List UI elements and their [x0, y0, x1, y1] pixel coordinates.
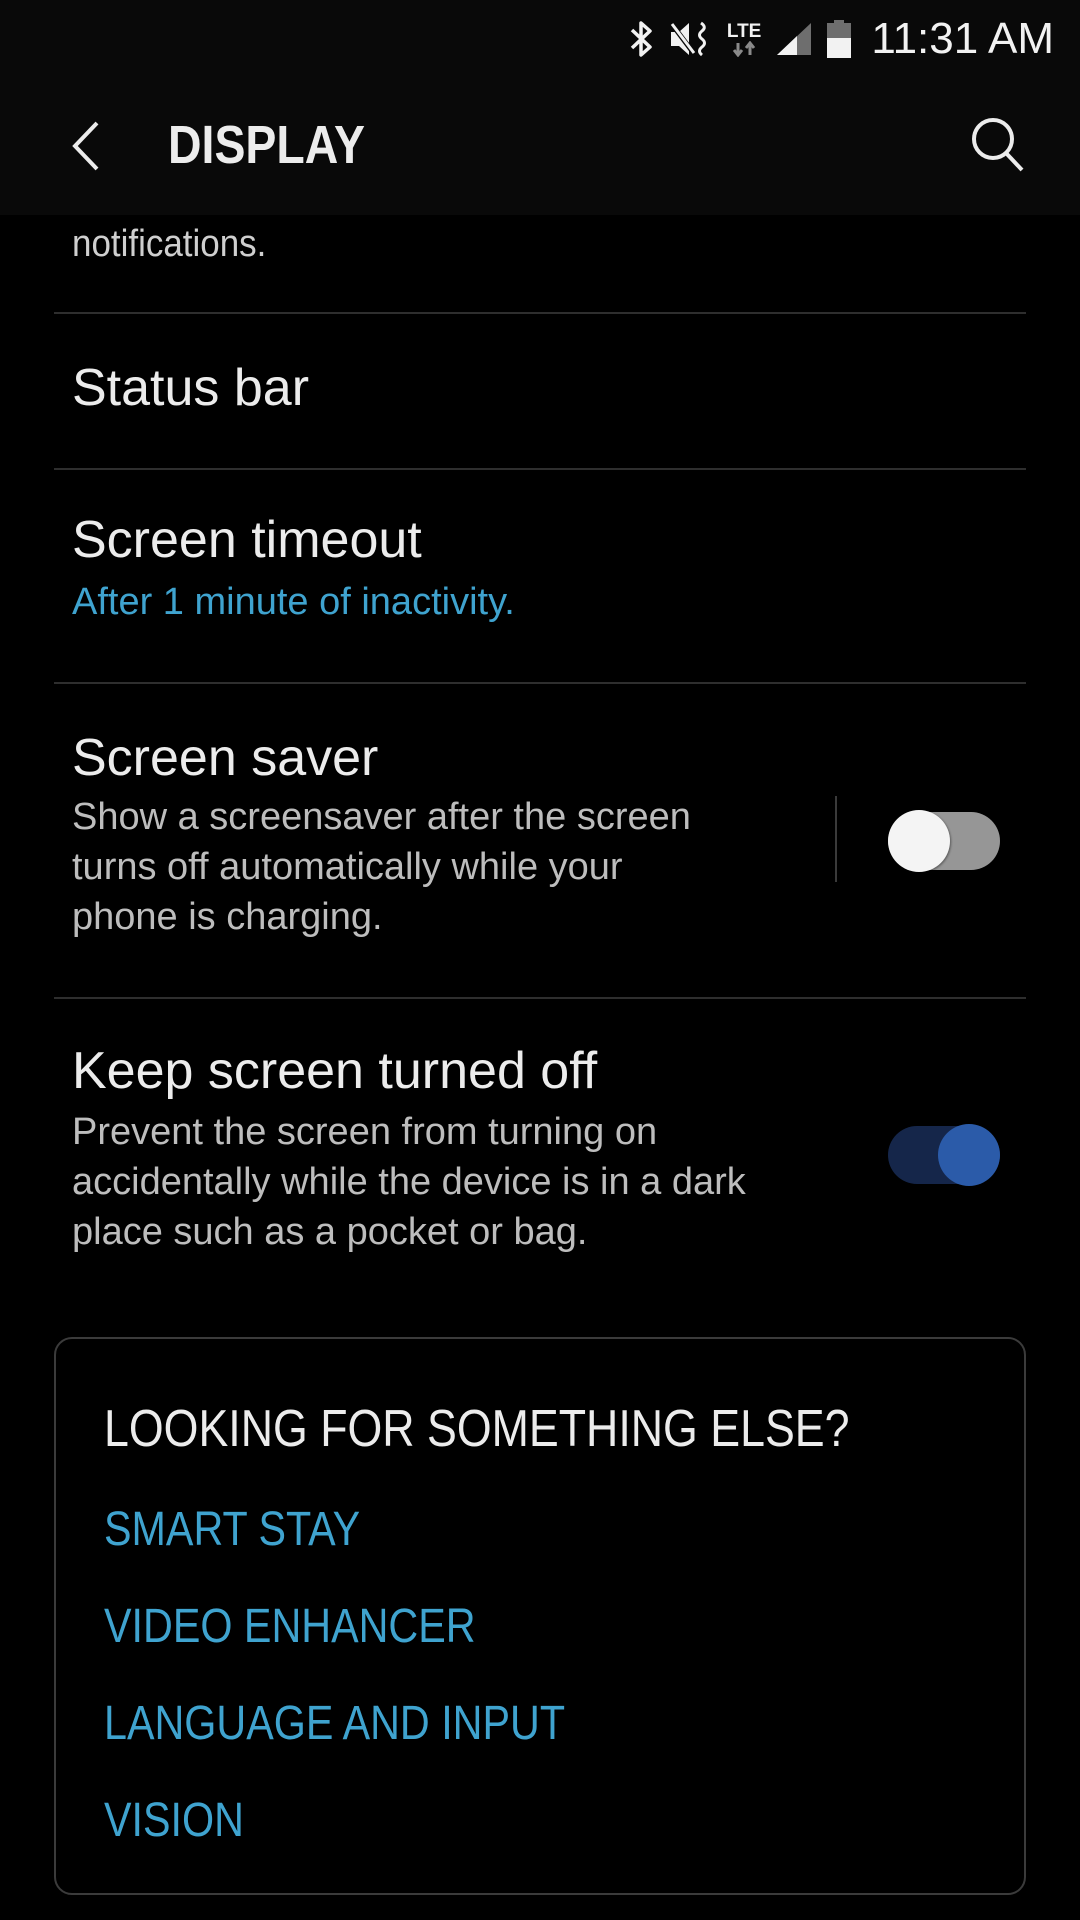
search-button[interactable]	[962, 108, 1034, 180]
setting-title: Status bar	[72, 359, 310, 417]
setting-title: Screen timeout	[72, 511, 422, 569]
page-title: DISPLAY	[168, 115, 366, 175]
clock: 11:31 AM	[871, 14, 1054, 63]
vibrate-mute-icon	[668, 19, 713, 59]
link-vision[interactable]: VISION	[104, 1793, 244, 1848]
setting-title: Screen saver	[72, 729, 379, 787]
status-icons: LTE 11:31 AM	[629, 10, 1054, 68]
description-line: place such as a pocket or bag.	[72, 1211, 588, 1253]
description-line: turns off automatically while your	[72, 846, 623, 888]
signal-icon	[775, 21, 813, 57]
setting-status-bar[interactable]: Status bar	[0, 314, 1080, 468]
app-bar: DISPLAY	[0, 78, 1080, 215]
toggle-thumb	[938, 1124, 1000, 1186]
description-line: phone is charging.	[72, 896, 383, 938]
setting-description: Show a screensaver after the screen turn…	[72, 792, 691, 942]
suggestions-heading: LOOKING FOR SOMETHING ELSE?	[104, 1400, 850, 1458]
setting-value: After 1 minute of inactivity.	[72, 581, 515, 623]
vertical-separator	[835, 796, 837, 882]
link-video-enhancer[interactable]: VIDEO ENHANCER	[104, 1599, 476, 1654]
setting-screen-timeout[interactable]: Screen timeout After 1 minute of inactiv…	[0, 470, 1080, 682]
toggle-thumb	[888, 810, 950, 872]
battery-icon	[827, 20, 852, 58]
setting-description: Prevent the screen from turning on accid…	[72, 1107, 746, 1257]
description-line: Show a screensaver after the screen	[72, 796, 691, 838]
setting-title: Keep screen turned off	[72, 1042, 598, 1100]
status-bar: LTE 11:31 AM	[0, 0, 1080, 78]
description-line: accidentally while the device is in a da…	[72, 1161, 746, 1203]
lte-data-icon: LTE	[727, 22, 761, 57]
back-button[interactable]	[56, 116, 116, 176]
suggestions-card: LOOKING FOR SOMETHING ELSE? SMART STAY V…	[54, 1337, 1026, 1895]
search-icon	[972, 118, 1024, 172]
bluetooth-icon	[629, 19, 655, 59]
screen-saver-toggle[interactable]	[888, 810, 1000, 872]
link-language-and-input[interactable]: LANGUAGE AND INPUT	[104, 1696, 565, 1751]
setting-screen-saver[interactable]: Screen saver Show a screensaver after th…	[0, 684, 820, 997]
link-smart-stay[interactable]: SMART STAY	[104, 1502, 360, 1557]
chevron-left-icon	[72, 121, 99, 171]
description-line: Prevent the screen from turning on	[72, 1111, 658, 1153]
lte-label: LTE	[726, 20, 762, 42]
keep-screen-off-toggle[interactable]	[888, 1124, 1000, 1186]
previous-item-description: notifications.	[72, 223, 267, 265]
